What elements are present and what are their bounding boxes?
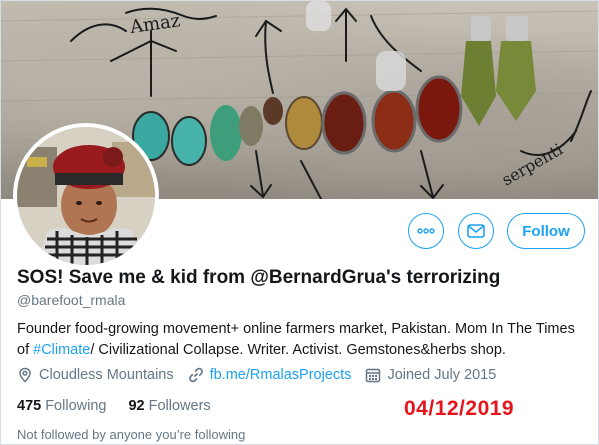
followers-stat[interactable]: 92 Followers [128, 398, 210, 414]
message-button[interactable] [458, 213, 494, 249]
profile-card: Amaz serpenti Follow SOS! Save me & kid … [0, 0, 599, 445]
joined-item: Joined July 2015 [365, 367, 496, 383]
location-item: Cloudless Mountains [17, 367, 174, 383]
following-stat[interactable]: 475 Following [17, 398, 106, 414]
more-horizontal-icon [417, 228, 435, 234]
link-icon [188, 367, 203, 383]
following-label: Following [45, 398, 107, 414]
location-pin-icon [19, 367, 31, 383]
website-item[interactable]: fb.me/RmalasProjects [188, 367, 352, 383]
svg-text:serpenti: serpenti [499, 140, 566, 190]
envelope-icon [467, 224, 485, 238]
display-name: SOS! Save me & kid from @BernardGrua's t… [17, 267, 501, 288]
more-options-button[interactable] [408, 213, 444, 249]
profile-bio: Founder food-growing movement+ online fa… [17, 319, 587, 361]
svg-text:Amaz: Amaz [128, 10, 182, 38]
username-handle: @barefoot_rmala [17, 292, 126, 308]
following-count: 475 [17, 398, 42, 414]
hashtag-link[interactable]: #Climate [33, 342, 90, 358]
profile-avatar[interactable] [13, 123, 159, 269]
bio-text: / Civilizational Collapse. Writer. Activ… [90, 342, 506, 358]
not-followed-notice: Not followed by anyone you’re following [17, 427, 246, 442]
website-link[interactable]: fb.me/RmalasProjects [210, 367, 352, 383]
profile-meta: Cloudless Mountains fb.me/RmalasProjects… [17, 367, 510, 383]
location-text: Cloudless Mountains [39, 367, 174, 383]
followers-count: 92 [128, 398, 145, 414]
follow-button[interactable]: Follow [507, 213, 585, 249]
calendar-icon [366, 368, 381, 383]
followers-label: Followers [148, 398, 211, 414]
follow-stats: 475 Following 92 Followers [17, 398, 229, 414]
joined-date: Joined July 2015 [387, 367, 497, 383]
date-stamp-annotation: 04/12/2019 [404, 397, 515, 420]
